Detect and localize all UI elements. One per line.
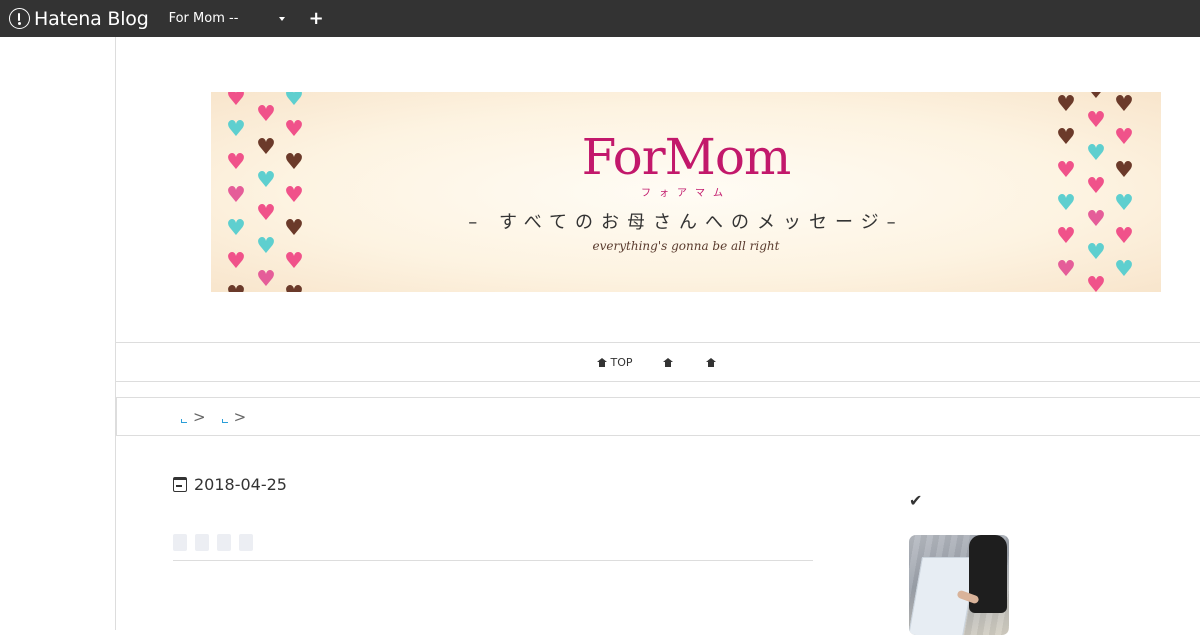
breadcrumb-link[interactable]	[221, 418, 228, 423]
banner-title: ForMom	[581, 128, 792, 186]
home-icon	[705, 357, 716, 367]
global-nav: TOP	[116, 342, 1200, 382]
banner-kana: フォアマム	[641, 188, 731, 199]
left-margin	[0, 37, 116, 630]
add-post-button[interactable]: +	[309, 9, 324, 28]
heart-icon: ♥	[226, 92, 246, 111]
calendar-icon	[173, 477, 187, 492]
title-glyph	[173, 534, 187, 551]
logo-text: Hatena Blog	[34, 7, 149, 30]
breadcrumb-separator: >	[193, 407, 206, 426]
blog-selector[interactable]: For Mom --	[169, 6, 287, 32]
heart-icon: ♥	[1085, 92, 1107, 103]
nav-item-3[interactable]	[705, 357, 719, 367]
breadcrumb-separator: >	[233, 407, 247, 426]
entry-date[interactable]: 2018-04-25	[173, 475, 287, 494]
heart-icon: ♥	[1056, 92, 1076, 117]
title-glyph	[195, 534, 209, 551]
nav-item-label: TOP	[610, 355, 633, 369]
heart-icon: ♥	[225, 284, 247, 293]
breadcrumb-link[interactable]	[181, 418, 187, 423]
heart-icon: ♥	[1086, 273, 1106, 293]
heart-icon: ♥	[256, 267, 276, 292]
heart-icon: ♥	[1114, 92, 1134, 117]
hatena-toolbar: Hatena Blog For Mom -- +	[0, 0, 1200, 37]
check-icon: ✔	[909, 491, 923, 510]
heart-icon: ♥	[256, 102, 276, 127]
heart-icon: ♥	[283, 284, 305, 293]
entry-date-text: 2018-04-25	[194, 475, 287, 494]
heart-icon: ♥	[1114, 257, 1134, 282]
title-glyph	[217, 534, 231, 551]
blog-selector-label: For Mom --	[168, 11, 239, 26]
nav-item-2[interactable]	[662, 357, 676, 367]
nav-item-top[interactable]: TOP	[597, 355, 633, 369]
heart-icon: ♥	[1056, 257, 1076, 282]
heart-icon: ♥	[226, 249, 246, 274]
title-glyph	[239, 534, 253, 551]
blog-main: ♥ ♥ ♥ ♥ ♥ ♥ ♥ ♥ ♥ ♥ ♥ ♥ ♥ ♥ ♥ ♥ ♥ ♥ ♥ ♥ …	[116, 37, 1200, 635]
home-icon	[597, 357, 608, 367]
entry-title[interactable]	[173, 534, 813, 561]
hatena-blog-logo[interactable]: Hatena Blog	[9, 8, 149, 30]
home-icon	[662, 357, 673, 367]
hatena-logo-icon	[9, 8, 30, 29]
heart-icon: ♥	[284, 249, 304, 274]
banner-subtitle: – すべてのお母さんへのメッセージ–	[468, 212, 904, 233]
header-banner[interactable]: ♥ ♥ ♥ ♥ ♥ ♥ ♥ ♥ ♥ ♥ ♥ ♥ ♥ ♥ ♥ ♥ ♥ ♥ ♥ ♥ …	[211, 92, 1161, 292]
banner-tagline: everything's gonna be all right	[592, 239, 780, 253]
heart-icon: ♥	[284, 92, 304, 111]
breadcrumb: > >	[116, 397, 1200, 436]
chevron-down-icon	[278, 16, 285, 21]
profile-image[interactable]	[909, 535, 1009, 635]
